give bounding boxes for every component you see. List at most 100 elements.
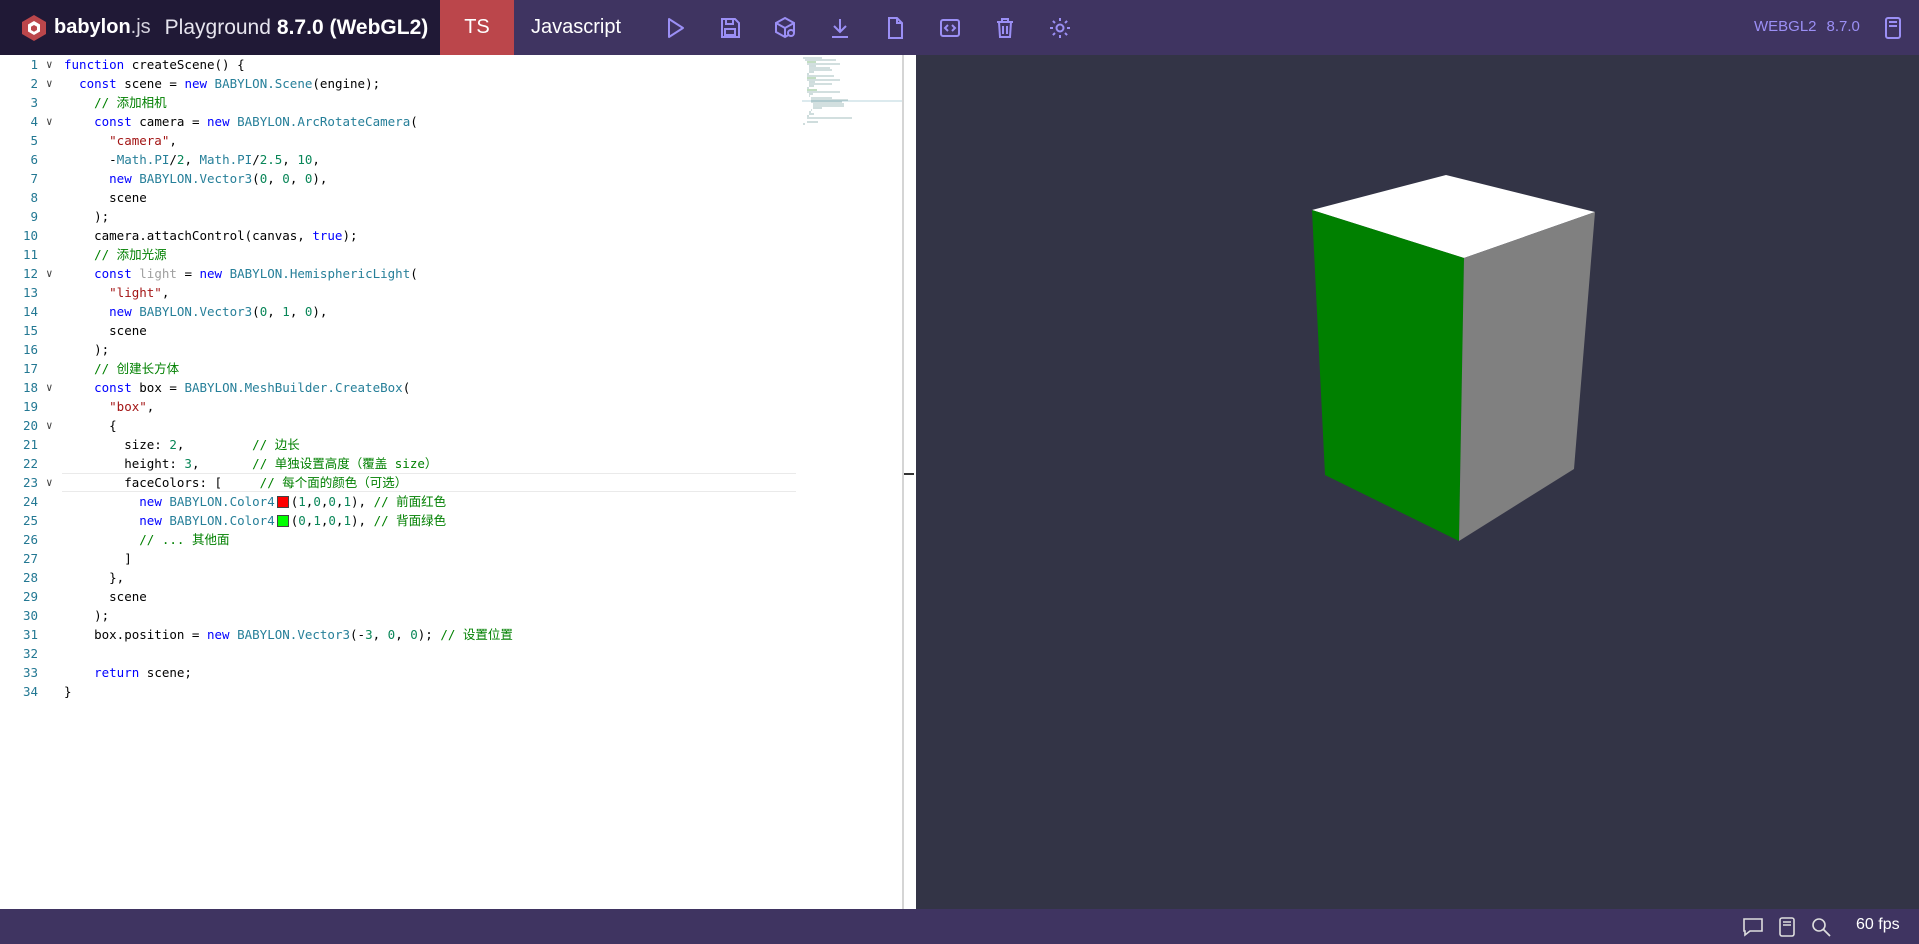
run-icon: [668, 18, 684, 38]
code-line[interactable]: 21 size: 2, // 边长: [0, 435, 800, 454]
code-line[interactable]: 3 // 添加相机: [0, 93, 800, 112]
code-text: // 添加相机: [94, 95, 167, 110]
code-format-button[interactable]: [937, 15, 963, 41]
code-text: {: [64, 418, 117, 433]
code-line[interactable]: 20 ∨ {: [0, 416, 800, 435]
code-line[interactable]: 1 ∨ function createScene() {: [0, 55, 800, 74]
code-line[interactable]: 27 ]: [0, 549, 800, 568]
line-number: 28: [22, 570, 38, 585]
code-text: "box",: [109, 399, 155, 414]
tab-typescript[interactable]: TS: [440, 0, 514, 55]
new-file-button[interactable]: [882, 15, 908, 41]
code-line[interactable]: 28 },: [0, 568, 800, 587]
code-line[interactable]: 6 -Math.PI/2, Math.PI/2.5, 10,: [0, 150, 800, 169]
clear-button[interactable]: [992, 15, 1018, 41]
line-number: 25: [22, 513, 38, 528]
code-line[interactable]: 9 );: [0, 207, 800, 226]
settings-button[interactable]: [1047, 15, 1073, 41]
line-number: 16: [22, 342, 38, 357]
chat-icon[interactable]: [1742, 916, 1764, 938]
code-line[interactable]: 5 "camera",: [0, 131, 800, 150]
code-line[interactable]: 8 scene: [0, 188, 800, 207]
line-number: 19: [22, 399, 38, 414]
code-line[interactable]: 23 ∨ faceColors: [ // 每个面的颜色（可选）: [0, 473, 800, 492]
code-text: box.position = new BABYLON.Vector3(-3, 0…: [64, 627, 513, 642]
code-line[interactable]: 7 new BABYLON.Vector3(0, 0, 0),: [0, 169, 800, 188]
code-line[interactable]: 30 );: [0, 606, 800, 625]
code-line[interactable]: 31 box.position = new BABYLON.Vector3(-3…: [0, 625, 800, 644]
fold-chevron-icon[interactable]: ∨: [46, 416, 60, 435]
code-line[interactable]: 29 scene: [0, 587, 800, 606]
scene-viewport[interactable]: [916, 55, 1919, 909]
code-line[interactable]: 34}: [0, 682, 800, 701]
code-line[interactable]: 16 );: [0, 340, 800, 359]
brand-extension: .js: [130, 16, 151, 38]
minimap[interactable]: [802, 57, 902, 127]
code-text: faceColors: [ // 每个面的颜色（可选）: [64, 475, 408, 490]
code-line[interactable]: 25 new BABYLON.Color4 (0,1,0,1), // 背面绿色: [0, 511, 800, 530]
color-swatch-green[interactable]: [276, 514, 289, 527]
render-canvas[interactable]: [916, 55, 1919, 909]
line-number: 4: [30, 114, 38, 129]
save-button[interactable]: [717, 15, 743, 41]
box-grey-face: [1459, 212, 1595, 541]
fold-chevron-icon[interactable]: ∨: [46, 112, 60, 131]
book-icon: [1885, 17, 1901, 39]
code-text: );: [64, 209, 110, 224]
search-icon[interactable]: [1810, 916, 1832, 938]
line-number: 30: [22, 608, 38, 623]
brand-name[interactable]: babylon: [54, 16, 131, 39]
docs-icon[interactable]: [1776, 916, 1798, 938]
code-line[interactable]: 26 // ... 其他面: [0, 530, 800, 549]
download-icon: [832, 19, 848, 38]
fold-chevron-icon[interactable]: ∨: [46, 55, 60, 74]
line-number: 5: [30, 133, 38, 148]
line-number: 1: [30, 57, 38, 72]
code-text: const box = BABYLON.MeshBuilder.CreateBo…: [94, 380, 411, 395]
status-bar: 60 fps: [0, 909, 1919, 944]
code-line[interactable]: 32: [0, 644, 800, 663]
code-line[interactable]: 4 ∨ const camera = new BABYLON.ArcRotateC…: [0, 112, 800, 131]
engine-name: WEBGL2: [1754, 18, 1817, 35]
code-line[interactable]: 18 ∨ const box = BABYLON.MeshBuilder.Crea…: [0, 378, 800, 397]
code-text: // 添加光源: [94, 247, 167, 262]
code-line[interactable]: 2 ∨ const scene = new BABYLON.Scene(engin…: [0, 74, 800, 93]
code-line[interactable]: 15 scene: [0, 321, 800, 340]
line-number: 31: [22, 627, 38, 642]
code-text: new BABYLON.Color4 (0,1,0,1), // 背面绿色: [139, 513, 447, 528]
code-line[interactable]: 22 height: 3, // 单独设置高度（覆盖 size）: [0, 454, 800, 473]
code-line[interactable]: 24 new BABYLON.Color4 (1,0,0,1), // 前面红色: [0, 492, 800, 511]
code-lines[interactable]: 1 ∨ function createScene() {2 ∨ const scene…: [0, 55, 800, 701]
fold-chevron-icon[interactable]: ∨: [46, 473, 60, 492]
code-text: );: [64, 342, 110, 357]
docs-panel-button[interactable]: [1880, 15, 1906, 41]
code-format-icon: [940, 19, 960, 37]
fold-chevron-icon[interactable]: ∨: [46, 264, 60, 283]
brand: babylon .js Playground 8.7.0 (WebGL2): [0, 0, 440, 55]
run-button[interactable]: [662, 15, 688, 41]
fold-chevron-icon[interactable]: ∨: [46, 74, 60, 93]
code-line[interactable]: 12 ∨ const light = new BABYLON.Hemispheri…: [0, 264, 800, 283]
code-editor[interactable]: 1 ∨ function createScene() {2 ∨ const scene…: [0, 55, 902, 909]
line-number: 11: [22, 247, 38, 262]
color-swatch-red[interactable]: [276, 495, 289, 508]
code-text: size: 2, // 边长: [64, 437, 300, 452]
line-number: 23: [22, 475, 38, 490]
code-line[interactable]: 11 // 添加光源: [0, 245, 800, 264]
code-line[interactable]: 14 new BABYLON.Vector3(0, 1, 0),: [0, 302, 800, 321]
code-line[interactable]: 33 return scene;: [0, 663, 800, 682]
code-line[interactable]: 13 "light",: [0, 283, 800, 302]
code-line[interactable]: 10 camera.attachControl(canvas, true);: [0, 226, 800, 245]
download-button[interactable]: [827, 15, 853, 41]
engine-info: WEBGL2 8.7.0: [1754, 18, 1870, 35]
settings-icon: [1050, 18, 1070, 38]
line-number: 24: [22, 494, 38, 509]
code-line[interactable]: 17 // 创建长方体: [0, 359, 800, 378]
inspector-button[interactable]: [772, 15, 798, 41]
code-text: -Math.PI/2, Math.PI/2.5, 10,: [64, 152, 320, 167]
fold-chevron-icon[interactable]: ∨: [46, 378, 60, 397]
pane-splitter[interactable]: [904, 55, 916, 909]
splitter-handle[interactable]: [904, 473, 914, 475]
code-line[interactable]: 19 "box",: [0, 397, 800, 416]
tab-javascript[interactable]: Javascript: [514, 0, 638, 55]
